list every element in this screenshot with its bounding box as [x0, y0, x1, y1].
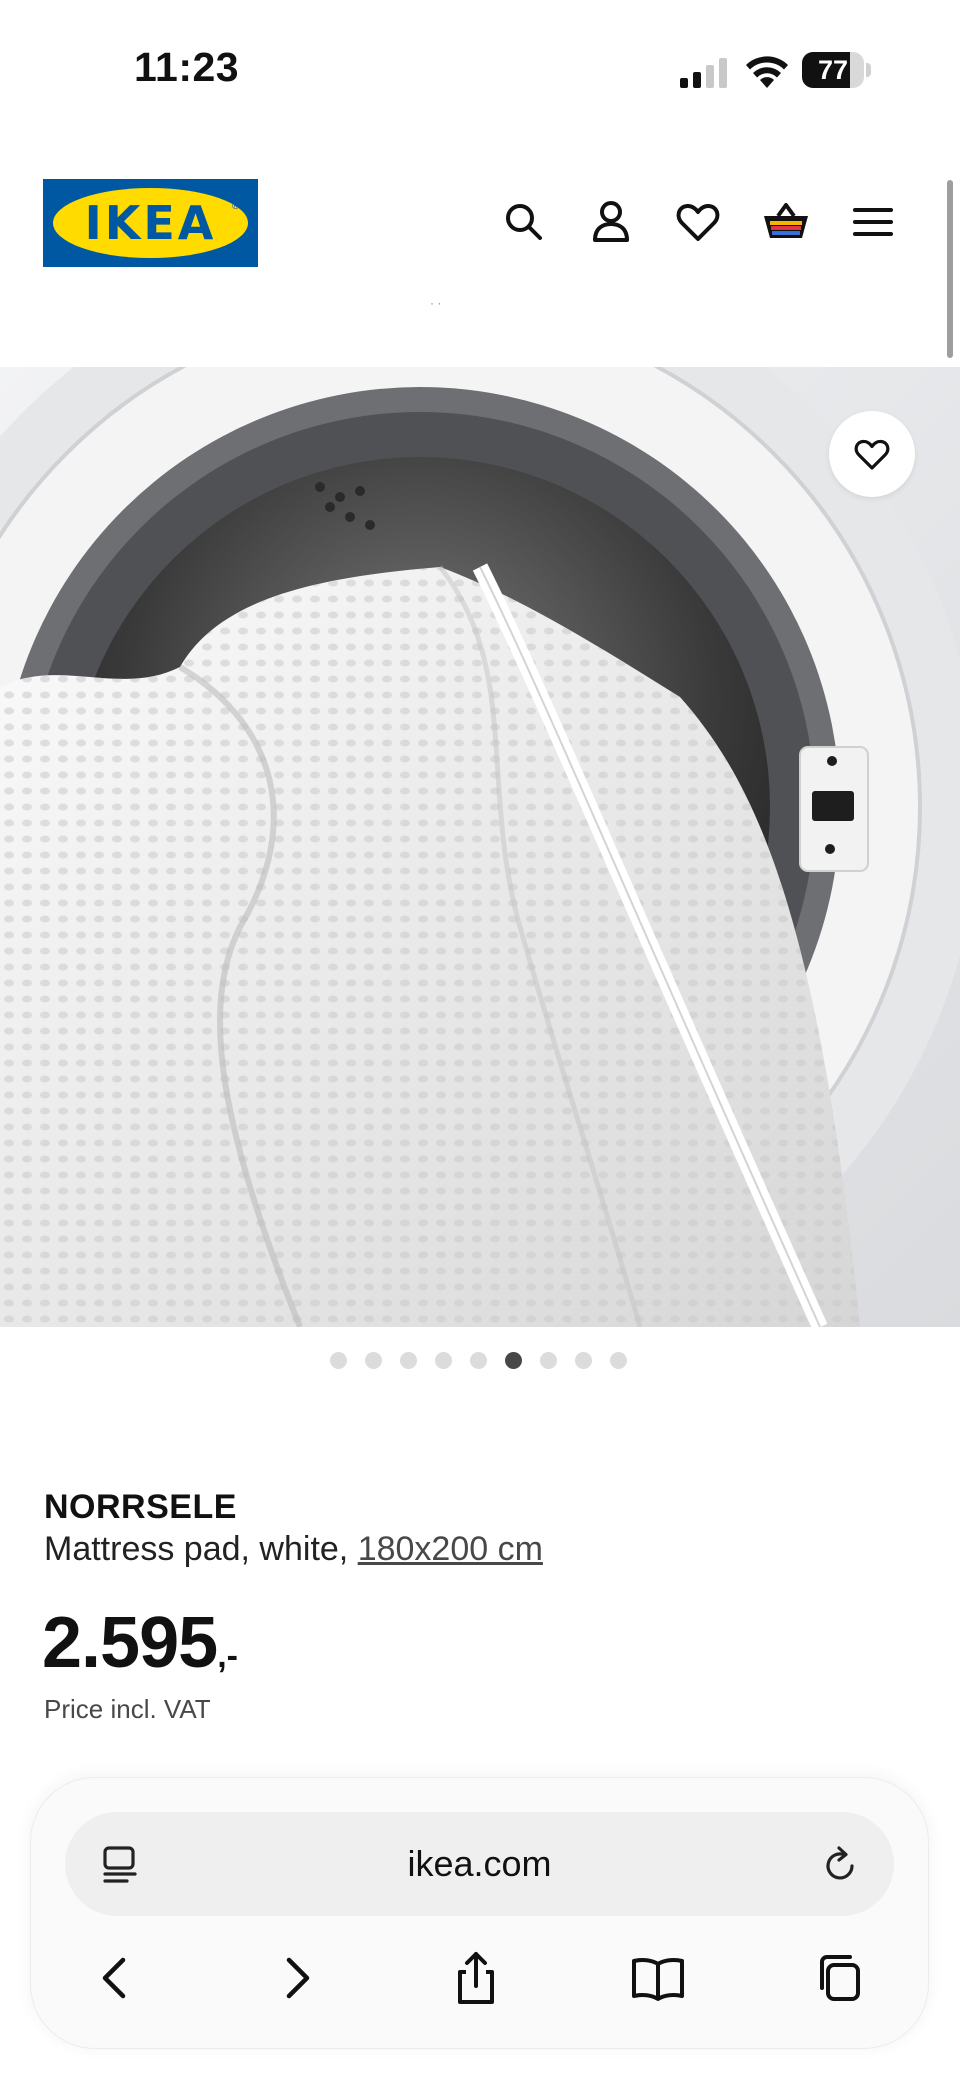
carousel-dot[interactable] — [400, 1352, 417, 1369]
product-type-text: Mattress pad, white, — [44, 1530, 358, 1568]
loading-indicator: · · — [430, 296, 442, 310]
carousel-dot[interactable] — [610, 1352, 627, 1369]
heart-icon[interactable] — [670, 194, 726, 250]
url-text: ikea.com — [407, 1843, 552, 1884]
basket-icon[interactable] — [758, 194, 814, 250]
carousel-dot[interactable] — [470, 1352, 487, 1369]
size-link[interactable]: 180x200 cm — [358, 1530, 543, 1568]
battery-icon: 77 — [802, 52, 872, 88]
back-icon[interactable] — [85, 1948, 145, 2008]
ikea-logo[interactable]: IKEA ® — [43, 179, 258, 267]
vat-note: Price incl. VAT — [44, 1694, 211, 1724]
carousel-dot[interactable] — [435, 1352, 452, 1369]
search-icon[interactable] — [496, 194, 552, 250]
site-header: IKEA ® — [0, 170, 960, 280]
product-description: Mattress pad, white, 180x200 cm — [44, 1530, 543, 1569]
save-to-favourites-button[interactable] — [829, 411, 915, 497]
logo-wordmark: IKEA — [84, 196, 217, 250]
price-suffix: ,- — [217, 1637, 238, 1675]
price-amount: 2.595 — [42, 1603, 218, 1683]
carousel-dot[interactable] — [505, 1352, 522, 1369]
status-time: 11:23 — [134, 44, 240, 90]
forward-icon[interactable] — [267, 1948, 327, 2008]
battery-percent: 77 — [817, 55, 849, 85]
product-image[interactable] — [0, 367, 960, 1327]
product-price: 2.595,- — [42, 1602, 238, 1684]
product-name: NORRSELE — [44, 1488, 237, 1526]
reload-icon[interactable] — [817, 1842, 863, 1888]
carousel-dot[interactable] — [540, 1352, 557, 1369]
address-bar[interactable]: ikea.com — [65, 1812, 894, 1916]
menu-icon[interactable] — [845, 194, 901, 250]
share-icon[interactable] — [446, 1948, 506, 2008]
browser-toolbar: ikea.com — [31, 1778, 928, 2048]
account-icon[interactable] — [583, 194, 639, 250]
washing-machine-photo — [0, 367, 960, 1327]
bookmarks-icon[interactable] — [628, 1948, 688, 2008]
wifi-icon — [746, 56, 788, 88]
cellular-signal-icon — [680, 58, 727, 88]
tabs-icon[interactable] — [808, 1948, 868, 2008]
carousel-dot[interactable] — [365, 1352, 382, 1369]
page-scrollbar[interactable] — [947, 180, 953, 358]
carousel-dot[interactable] — [330, 1352, 347, 1369]
heart-icon — [854, 439, 890, 470]
status-bar: 11:23 77 — [0, 0, 960, 140]
carousel-dot[interactable] — [575, 1352, 592, 1369]
